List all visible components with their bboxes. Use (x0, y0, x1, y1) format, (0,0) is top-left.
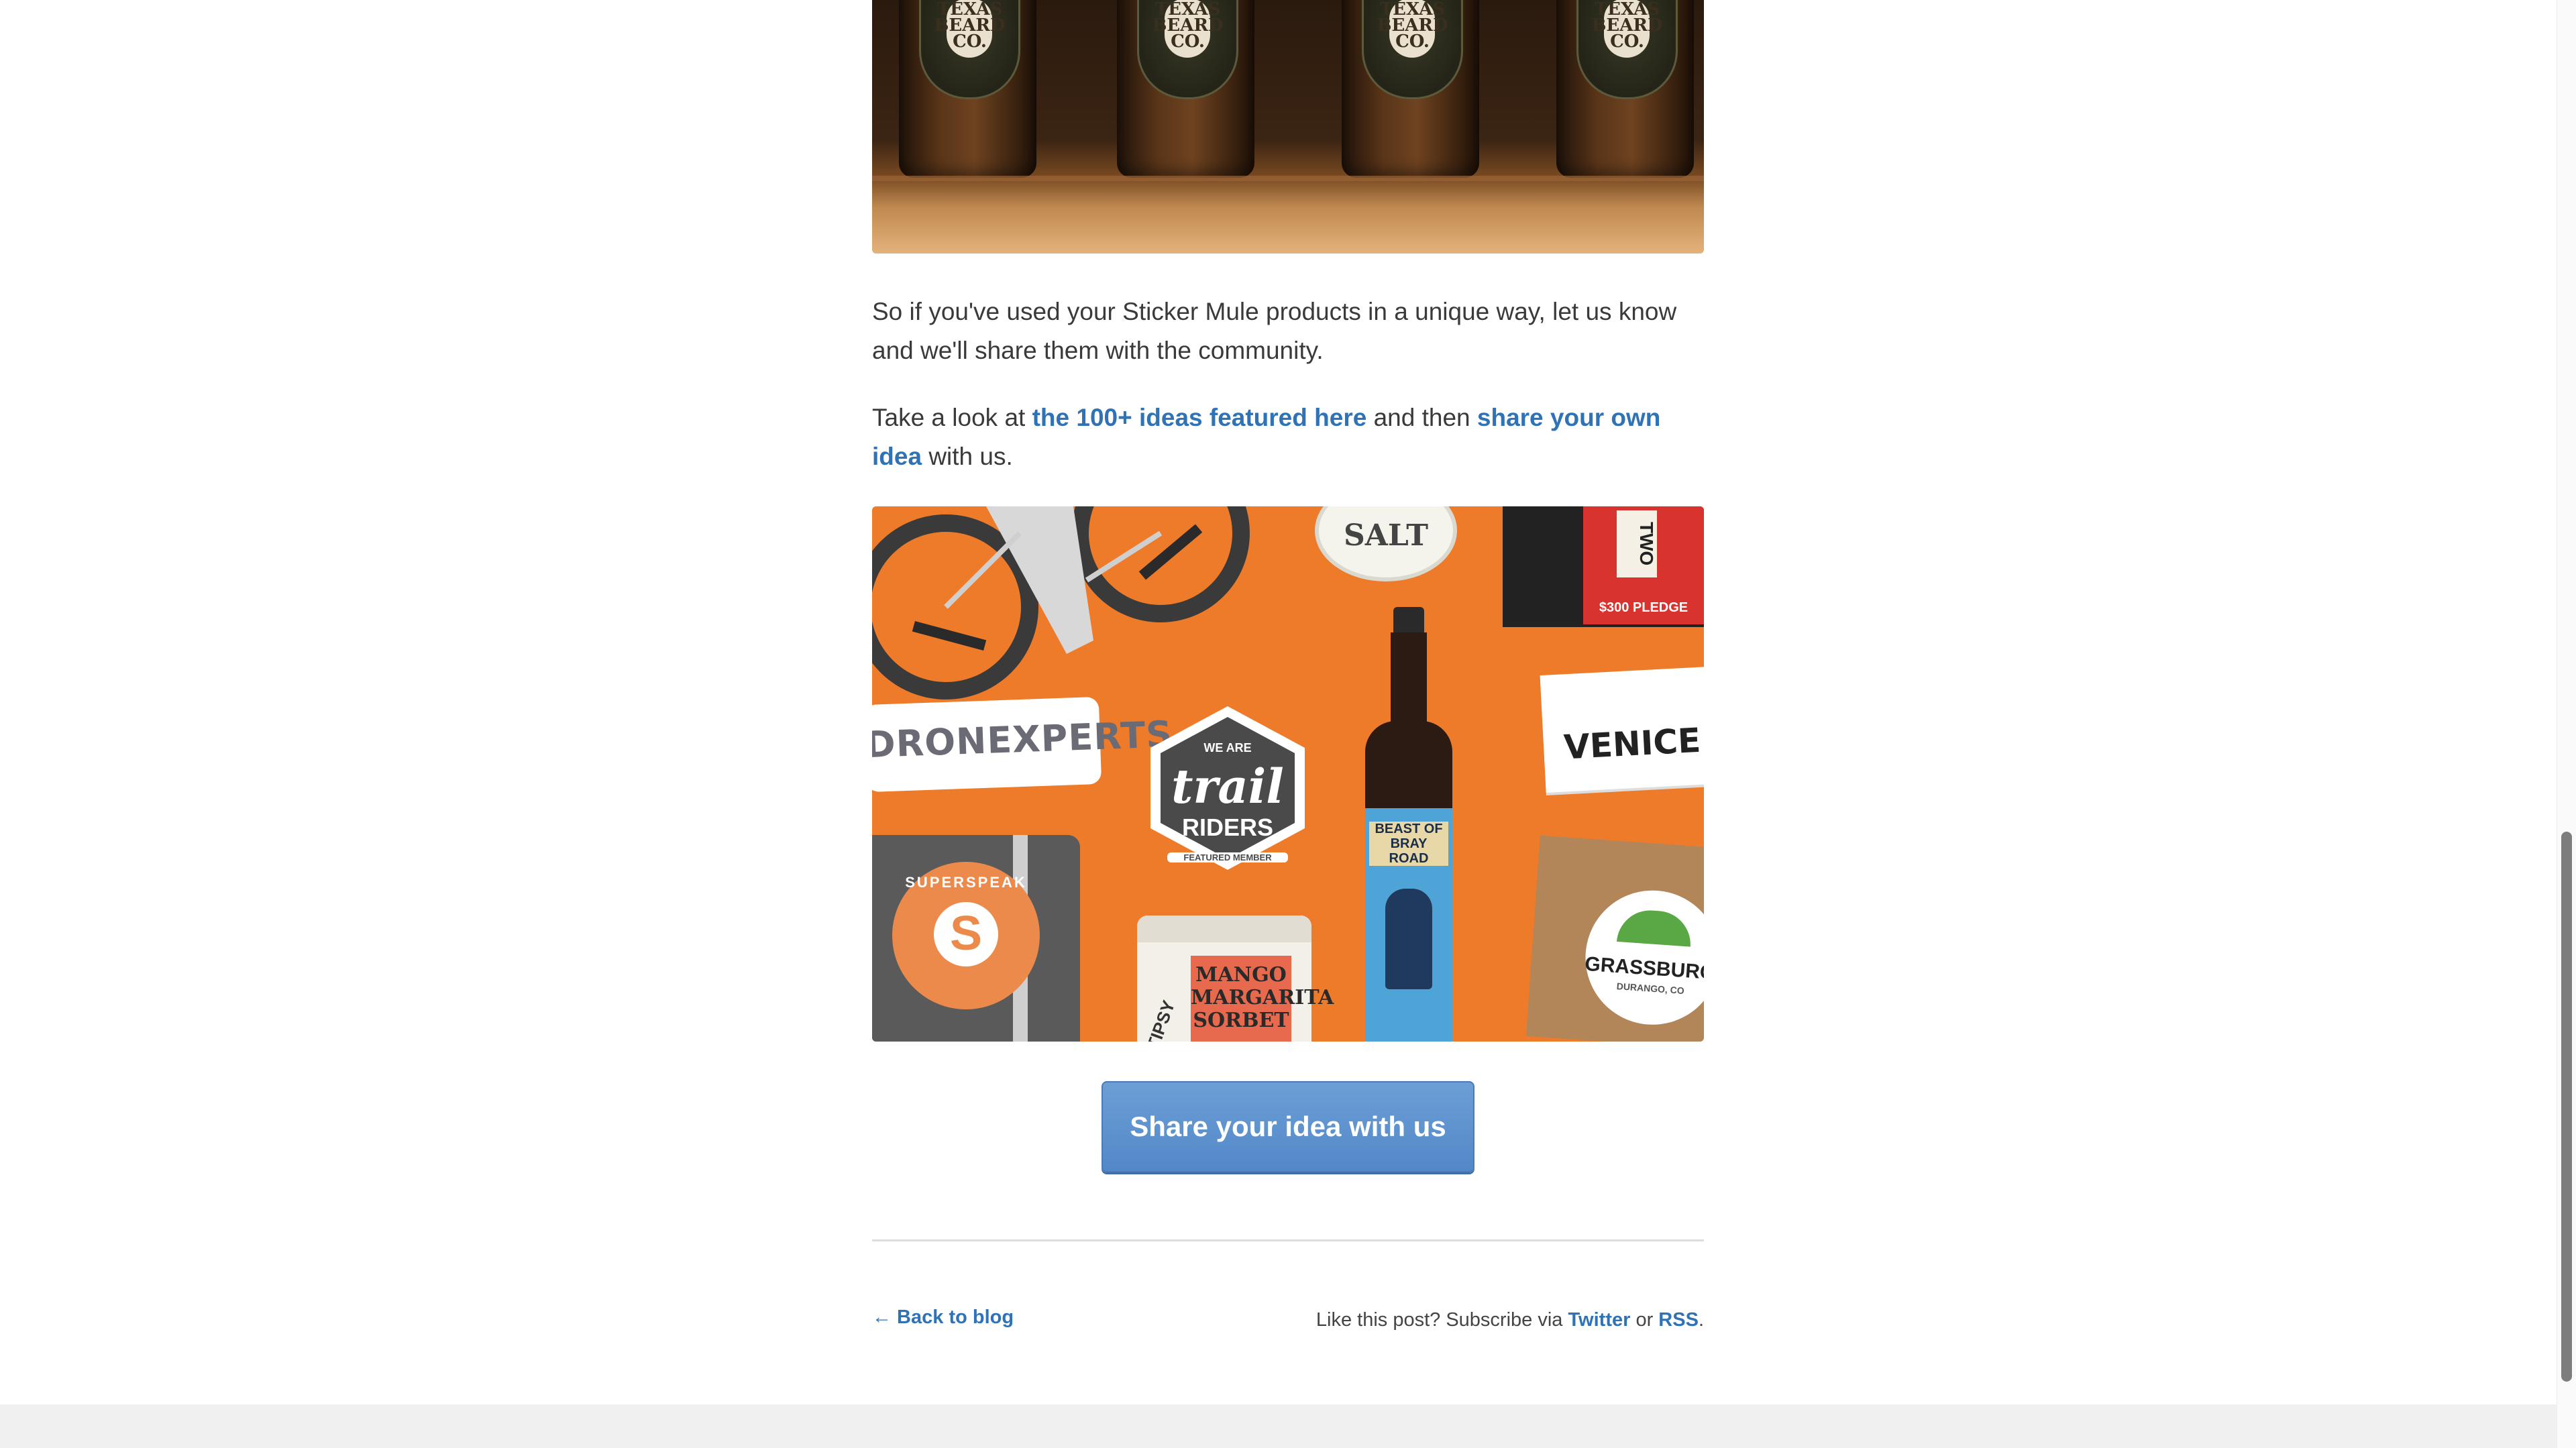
subscribe-text: Like this post? Subscribe via Twitter or… (1316, 1309, 1704, 1331)
beer-bottle: BEAST OF BRAY ROAD (1365, 607, 1452, 1042)
label-text: CO. (1171, 32, 1205, 52)
paragraph-text: with us. (922, 443, 1013, 470)
paragraph-text: Take a look at (872, 404, 1032, 431)
trail-featured-label: FEATURED MEMBER (1167, 852, 1288, 862)
pledge-card: TWO $300 PLEDGE (1503, 506, 1704, 627)
mango-label: MANGO MARGARITA SORBET (1191, 963, 1334, 1032)
superspeak-letter: S (949, 907, 983, 960)
divider (872, 1239, 1704, 1241)
paragraph-text: and then (1366, 404, 1477, 431)
dronexperts-label: DRONEXPERTS (872, 713, 1174, 767)
subscribe-or: or (1630, 1309, 1659, 1331)
salt-tin: SALT (1315, 506, 1457, 581)
notebook: SUPERSPEAK S (872, 835, 1080, 1042)
pledge-two-label: TWO (1617, 510, 1657, 577)
dronexperts-sticker: DRONEXPERTS (872, 696, 1174, 793)
beard-oil-bottles-image: TEXAS BEARD CO. TEXAS BEARD CO. TEXAS BE… (872, 0, 1704, 254)
salt-label: SALT (1343, 518, 1428, 553)
drone-graphic (872, 506, 1250, 700)
pledge-label: $300 PLEDGE (1599, 600, 1688, 615)
article-paragraph-links: Take a look at the 100+ ideas featured h… (872, 398, 1704, 476)
bottle: TEXAS BEARD CO. (1342, 0, 1479, 178)
venice-label: VENICE '15 (1562, 717, 1704, 767)
bottle: TEXAS BEARD CO. (1556, 0, 1694, 178)
back-to-blog-link[interactable]: ← Back to blog (872, 1306, 1014, 1329)
trail-riders-label: RIDERS (1181, 814, 1274, 841)
grassburger-sticker: GRASSBURGER DURANGO, CO (1580, 886, 1704, 1029)
article-paragraph: So if you've used your Sticker Mule prod… (872, 298, 1677, 364)
trail-main-label: trail (1171, 759, 1284, 814)
table-edge (872, 176, 1704, 181)
scrollbar-thumb[interactable] (2561, 832, 2572, 1382)
beer-label: BEAST OF BRAY ROAD (1365, 808, 1452, 1042)
bottle-label: TEXAS BEARD CO. (1137, 0, 1238, 99)
venice-card: VENICE '15 (1540, 666, 1704, 793)
bottle-label: TEXAS BEARD CO. (1362, 0, 1463, 99)
scrollbar-track[interactable] (2557, 0, 2576, 1448)
share-idea-button[interactable]: Share your idea with us (1102, 1081, 1474, 1172)
trail-we-are-label: WE ARE (1203, 741, 1252, 755)
label-text: CO. (1610, 32, 1644, 52)
bottle-label: TEXAS BEARD CO. (1576, 0, 1678, 99)
rss-link[interactable]: RSS (1658, 1309, 1699, 1331)
superspeak-label: SUPERSPEAK (905, 874, 1027, 891)
label-text: CO. (1395, 32, 1430, 52)
bottle: TEXAS BEARD CO. (899, 0, 1036, 178)
tipsy-label: TIPSY (1142, 997, 1179, 1042)
sticker-collage-image: SALT TWO $300 PLEDGE DRONEXPERTS WE ARE … (872, 506, 1704, 1042)
bottle: TEXAS BEARD CO. (1117, 0, 1254, 178)
bottle-label: TEXAS BEARD CO. (919, 0, 1020, 99)
twitter-link[interactable]: Twitter (1568, 1309, 1630, 1331)
mango-jar: MANGO MARGARITA SORBET TIPSY (1137, 915, 1334, 1042)
trail-riders-badge: WE ARE trail RIDERS FEATURED MEMBER (1140, 701, 1315, 875)
subscribe-period: . (1698, 1309, 1704, 1331)
label-text: CO. (953, 32, 987, 52)
grassburger-box: GRASSBURGER DURANGO, CO (1525, 835, 1704, 1042)
beer-label-text: BEAST OF BRAY ROAD (1369, 822, 1448, 866)
superspeak-sticker: SUPERSPEAK S (892, 862, 1040, 1009)
footer-band (0, 1404, 2576, 1448)
subscribe-prefix: Like this post? Subscribe via (1316, 1309, 1568, 1331)
ideas-featured-link[interactable]: the 100+ ideas featured here (1032, 404, 1367, 431)
